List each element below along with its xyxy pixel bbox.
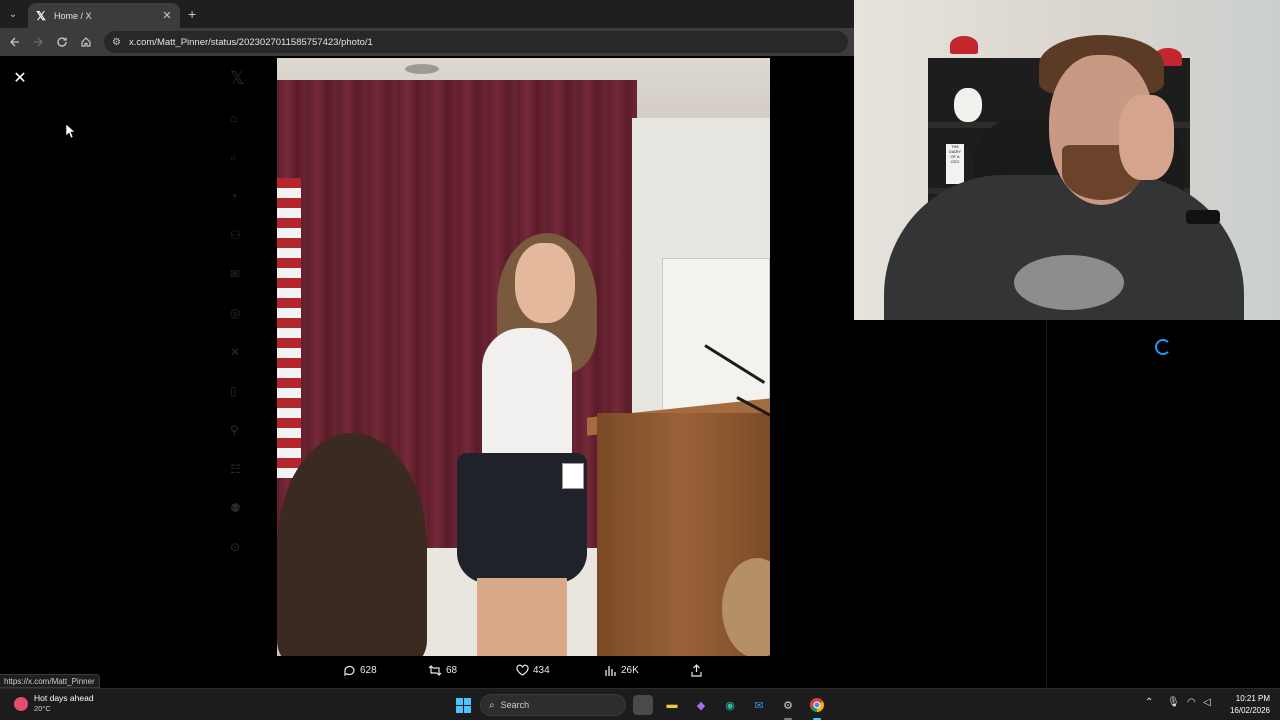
like-button[interactable]: 434 bbox=[516, 664, 550, 677]
browser-window: ⌄ 𝕏 Home / X ✕ + ⚙ x.com/Matt_Pinner/sta… bbox=[0, 0, 854, 688]
bookmark-icon: ▯ bbox=[230, 384, 237, 398]
link-status-bar: https://x.com/Matt_Pinner bbox=[0, 674, 100, 688]
x-logo-icon: 𝕏 bbox=[36, 8, 46, 23]
like-count: 434 bbox=[533, 665, 550, 676]
site-info-icon[interactable]: ⚙ bbox=[112, 37, 121, 48]
reply-button[interactable]: 628 bbox=[343, 664, 377, 677]
microphone-icon[interactable]: 🎙 bbox=[1167, 697, 1180, 708]
more-icon: ⊙ bbox=[230, 540, 241, 554]
clock-time: 10:21 PM bbox=[1235, 694, 1270, 703]
tweet-photo[interactable] bbox=[277, 58, 770, 656]
views-button[interactable]: 26K bbox=[604, 664, 639, 677]
url-text: x.com/Matt_Pinner/status/202302701158575… bbox=[128, 36, 373, 48]
volume-icon[interactable]: ◁ bbox=[1203, 697, 1211, 708]
repost-count: 68 bbox=[446, 665, 458, 676]
grok-icon: ◎ bbox=[230, 306, 241, 320]
start-button[interactable] bbox=[453, 695, 473, 715]
view-count: 26K bbox=[621, 665, 639, 676]
search-icon: ⌕ bbox=[230, 150, 237, 164]
chrome-logo-icon bbox=[810, 698, 824, 712]
wifi-icon[interactable]: ◠ bbox=[1187, 697, 1196, 708]
new-tab-button[interactable]: + bbox=[188, 6, 196, 22]
reply-icon bbox=[344, 665, 355, 677]
loading-spinner-icon bbox=[1155, 339, 1171, 355]
heart-icon bbox=[516, 664, 529, 676]
background-sidebar: 𝕏 ⌂ ⌕ ◔ ⚇ ✉ ◎ ✕ ▯ ⚲ ☷ ⚉ ⊙ bbox=[222, 56, 282, 688]
profile-icon: ⚉ bbox=[230, 501, 241, 515]
x-logo-icon: 𝕏 bbox=[230, 68, 245, 88]
jobs-icon: ⚲ bbox=[230, 423, 239, 437]
webcam-overlay: THE DIARY OF A CEO bbox=[854, 0, 1280, 320]
home-icon: ⌂ bbox=[230, 111, 238, 125]
repost-button[interactable]: 68 bbox=[428, 664, 457, 677]
wrist-watch bbox=[1186, 210, 1220, 224]
show-hidden-icons[interactable]: ⌃ bbox=[1145, 697, 1153, 708]
tweet-action-bar: 628 68 434 26K bbox=[277, 656, 770, 688]
chrome-icon[interactable] bbox=[807, 695, 827, 715]
flag-icon bbox=[277, 178, 301, 478]
outlook-icon[interactable]: ✉ bbox=[749, 695, 769, 715]
reply-count: 628 bbox=[360, 665, 377, 676]
clown-mask bbox=[954, 88, 982, 122]
share-icon bbox=[691, 664, 702, 677]
windows-logo-icon bbox=[455, 697, 471, 713]
tab-search-button[interactable]: ⌄ bbox=[4, 5, 22, 23]
weather-temperature: 20°C bbox=[34, 704, 51, 713]
system-clock[interactable]: 10:21 PM 16/02/2026 bbox=[1222, 693, 1270, 717]
home-icon bbox=[81, 37, 91, 47]
people-icon: ⚇ bbox=[230, 228, 241, 242]
weather-icon bbox=[14, 696, 28, 711]
task-view-icon[interactable] bbox=[633, 695, 653, 715]
arrow-left-icon bbox=[10, 37, 19, 47]
clock-date: 16/02/2026 bbox=[1229, 706, 1270, 715]
tab-close-icon[interactable]: ✕ bbox=[160, 9, 174, 22]
tab-home-x[interactable]: 𝕏 Home / X ✕ bbox=[28, 3, 180, 28]
tab-title: Home / X bbox=[54, 10, 92, 21]
search-label: Search bbox=[500, 700, 530, 710]
red-cap bbox=[950, 36, 978, 54]
browser-toolbar: ⚙ x.com/Matt_Pinner/status/2023027011585… bbox=[0, 28, 854, 56]
bell-icon: ◔ bbox=[230, 189, 238, 203]
reload-button[interactable] bbox=[53, 33, 71, 51]
close-photo-button[interactable]: ✕ bbox=[10, 68, 30, 88]
home-button[interactable] bbox=[77, 33, 95, 51]
taskbar-search[interactable]: ⌕ Search bbox=[480, 694, 626, 716]
weather-title: Hot days ahead bbox=[34, 693, 94, 703]
share-button[interactable] bbox=[690, 664, 707, 677]
forward-button[interactable] bbox=[29, 33, 47, 51]
mail-icon: ✉ bbox=[230, 267, 241, 281]
tab-bar: ⌄ 𝕏 Home / X ✕ + bbox=[0, 0, 854, 28]
communities-icon: ☷ bbox=[230, 462, 241, 476]
back-button[interactable] bbox=[6, 33, 24, 51]
weather-widget[interactable]: Hot days ahead 20°C bbox=[14, 693, 94, 714]
x-premium-icon: ✕ bbox=[230, 345, 241, 359]
settings-icon[interactable]: ⚙ bbox=[778, 695, 798, 715]
x-photo-viewer: 𝕏 ⌂ ⌕ ◔ ⚇ ✉ ◎ ✕ ▯ ⚲ ☷ ⚉ ⊙ ✕ 628 68 434 2… bbox=[0, 56, 854, 688]
address-bar[interactable]: ⚙ x.com/Matt_Pinner/status/2023027011585… bbox=[104, 31, 848, 53]
repost-icon bbox=[428, 665, 442, 676]
analytics-icon bbox=[605, 666, 616, 676]
background-right-column bbox=[820, 56, 854, 688]
reload-icon bbox=[57, 37, 67, 47]
edge-icon[interactable]: ◉ bbox=[720, 695, 740, 715]
windows-taskbar: Hot days ahead 20°C ⌕ Search ▬ ◆ ◉ ✉ ⚙ ⌃… bbox=[0, 688, 1280, 720]
background-right-panel bbox=[854, 320, 1280, 688]
search-icon: ⌕ bbox=[489, 699, 495, 711]
file-explorer-icon[interactable]: ▬ bbox=[662, 695, 682, 715]
mouse-cursor-icon bbox=[66, 124, 75, 138]
copilot-icon[interactable]: ◆ bbox=[691, 695, 711, 715]
book: THE DIARY OF A CEO bbox=[946, 144, 964, 184]
arrow-right-icon bbox=[34, 37, 43, 47]
